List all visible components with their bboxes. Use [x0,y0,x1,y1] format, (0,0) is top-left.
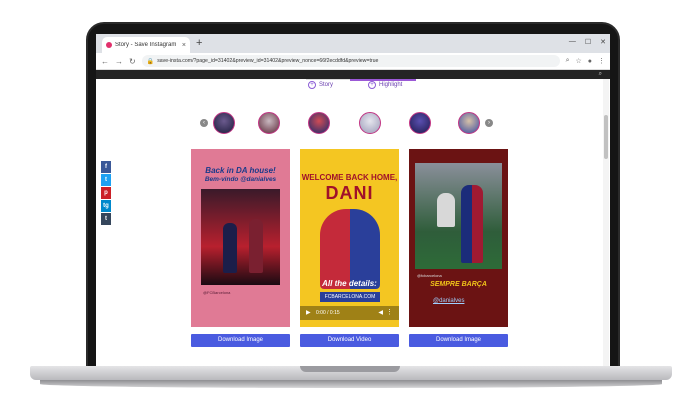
story-card-3: @fcbarcelona SEMPRE BARÇA @danialves [409,149,508,327]
card-3-caption: @fcbarcelona [417,273,442,278]
story-card-2: WELCOME BACK HOME, DANI All the details:… [300,149,399,327]
tab-highlight-label: Highlight [379,82,403,88]
tab-divider [306,79,350,80]
menu-icon[interactable]: ⋮ [598,57,605,65]
page-content: + Story + Highlight ‹ › f t p tg t Back … [96,79,610,366]
card-3-headline: SEMPRE BARÇA [430,281,487,288]
close-tab-icon[interactable]: × [182,42,186,49]
address-row: ← → ↻ 🔒 save-insta.com/?page_id=31402&pr… [96,53,610,70]
download-video-button[interactable]: Download Video [300,334,399,347]
card-2-details: All the details: [322,279,377,288]
browser-tab[interactable]: Story - Save Instagram × [102,37,190,53]
next-arrow-icon[interactable]: › [485,119,493,127]
browser-window: Story - Save Instagram × + — ☐ ✕ ← → ↻ 🔒… [96,34,610,366]
card-1-headline: Back in DA house! [205,166,276,175]
facebook-share-icon[interactable]: f [101,161,111,173]
forward-icon[interactable]: → [115,57,123,66]
tab-title: Story - Save Instagram [115,42,177,48]
tab-story-label: Story [319,82,334,88]
window-controls: — ☐ ✕ [569,38,606,46]
video-time: 0:00 / 0:15 [316,310,340,316]
tab-story[interactable]: + Story [308,81,333,89]
card-1-photo [201,189,280,285]
plus-circle-icon: + [308,81,316,89]
tumblr-share-icon[interactable]: t [101,213,111,225]
player-silhouette [249,219,263,273]
telegram-share-icon[interactable]: tg [101,200,111,212]
new-tab-button[interactable]: + [196,37,202,49]
prev-arrow-icon[interactable]: ‹ [200,119,208,127]
instagram-favicon-icon [106,42,112,48]
card-2-headline: WELCOME BACK HOME, [301,173,398,182]
laptop-notch [300,366,400,372]
player-silhouette [461,185,483,263]
address-bar[interactable]: 🔒 save-insta.com/?page_id=31402&preview_… [141,55,560,67]
twitter-share-icon[interactable]: t [101,174,111,186]
lock-icon: 🔒 [146,58,155,65]
profile-icon[interactable]: ● [588,58,592,65]
player-silhouette [223,223,237,273]
card-2-name: DANI [325,183,374,203]
tab-bar: Story - Save Instagram × + — ☐ ✕ [96,34,610,53]
tab-highlight[interactable]: + Highlight [368,81,402,89]
story-card-1: Back in DA house! Bem-vindo @danialves @… [191,149,290,327]
back-icon[interactable]: ← [101,57,109,66]
volume-icon[interactable]: ◀ [378,309,383,316]
card-1-subheadline: Bem-vindo @danialves [204,176,277,183]
plus-circle-icon: + [368,81,376,89]
highlight-avatar-5[interactable] [409,112,431,134]
highlight-avatar-6[interactable] [458,112,480,134]
laptop-base-edge [40,380,662,388]
play-icon[interactable]: ▶ [306,309,311,316]
reload-icon[interactable]: ↻ [129,57,136,66]
card-1-caption: @FCBarcelona [203,290,231,295]
video-controls: ▶ 0:00 / 0:15 ◀ ⋮ [300,306,399,320]
card-3-photo [415,163,502,269]
highlight-avatar-3[interactable] [308,112,330,134]
pinterest-share-icon[interactable]: p [101,187,111,199]
close-window-icon[interactable]: ✕ [600,38,606,46]
highlight-avatar-4[interactable] [359,112,381,134]
maximize-icon[interactable]: ☐ [585,38,591,46]
url-text: save-insta.com/?page_id=31402&preview_id… [157,58,379,64]
download-image-button-1[interactable]: Download Image [191,334,290,347]
highlight-avatar-1[interactable] [213,112,235,134]
highlight-avatar-2[interactable] [258,112,280,134]
more-options-icon[interactable]: ⋮ [386,308,393,316]
trophy-shape [437,193,455,227]
search-icon[interactable]: ⌕ [599,71,602,78]
card-2-link: FCBARCELONA.COM [320,292,380,302]
search-icon[interactable]: ⌕ [566,57,570,65]
bookmark-star-icon[interactable]: ☆ [575,57,581,65]
laptop-mockup: Story - Save Instagram × + — ☐ ✕ ← → ↻ 🔒… [0,0,700,420]
card-3-mention[interactable]: @danialves [433,298,464,304]
minimize-icon[interactable]: — [569,38,576,46]
portrait-illustration [320,209,380,289]
download-image-button-2[interactable]: Download Image [409,334,508,347]
site-header-bar: ⌕ [96,70,610,79]
scrollbar-thumb[interactable] [604,115,608,159]
